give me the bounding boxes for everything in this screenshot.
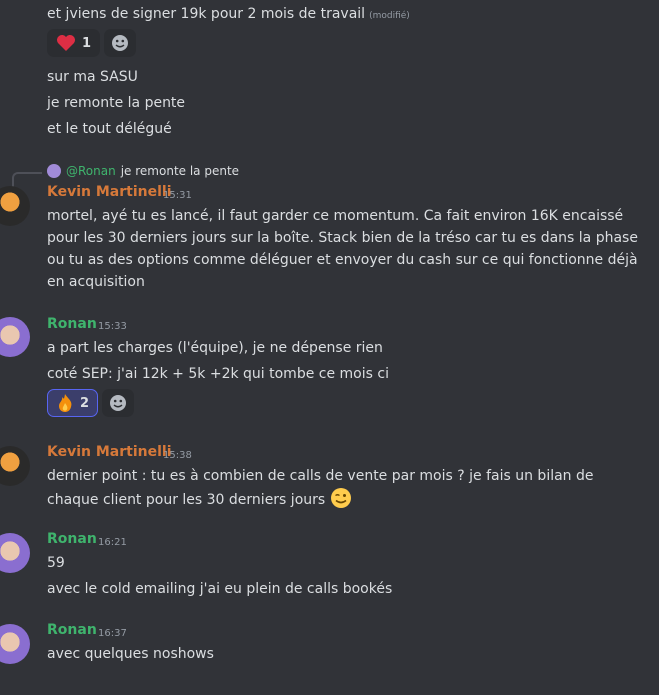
avatar-kevin[interactable] [0, 446, 30, 486]
message-text: et jviens de signer 19k pour 2 mois de t… [47, 6, 410, 22]
message-text: dernier point : tu es à combien de calls… [47, 468, 594, 508]
timestamp: 16:21 [98, 537, 127, 548]
timestamp: 16:37 [98, 628, 127, 639]
author-name[interactable]: Kevin Martinelli [47, 184, 172, 200]
avatar-ronan[interactable] [0, 317, 30, 357]
message-text: et le tout délégué [47, 121, 172, 137]
reaction-fire[interactable]: 2 [47, 389, 99, 417]
reactions-row: 1 [47, 29, 137, 57]
reaction-heart[interactable]: 1 [47, 29, 101, 57]
message-text: sur ma SASU [47, 69, 138, 85]
timestamp: 15:38 [163, 450, 192, 461]
avatar-ronan[interactable] [0, 533, 30, 573]
message-text: 59 [47, 555, 65, 571]
reply-preview[interactable]: @Ronan je remonte la pente [47, 164, 239, 178]
reactions-row: 2 [47, 389, 135, 417]
message-text: a part les charges (l'équipe), je ne dép… [47, 340, 383, 356]
author-name[interactable]: Ronan [47, 531, 97, 547]
author-name[interactable]: Kevin Martinelli [47, 444, 172, 460]
add-reaction-icon [112, 35, 129, 51]
add-reaction-button[interactable] [104, 29, 137, 57]
add-reaction-icon [110, 395, 127, 411]
message-text: je remonte la pente [47, 95, 186, 111]
avatar-ronan[interactable] [0, 624, 30, 664]
heart-emoji-icon [57, 35, 75, 51]
author-name[interactable]: Ronan [47, 316, 97, 332]
fire-emoji-icon [59, 394, 72, 412]
message-text: coté SEP: j'ai 12k + 5k +2k qui tombe ce… [47, 366, 389, 382]
message-text: avec le cold emailing j'ai eu plein de c… [47, 581, 393, 597]
avatar-kevin[interactable] [0, 186, 30, 226]
timestamp: 15:31 [163, 190, 192, 201]
timestamp: 15:33 [98, 321, 127, 332]
wink-emoji-icon [330, 488, 351, 508]
message-text: avec quelques noshows [47, 646, 214, 662]
author-name[interactable]: Ronan [47, 622, 97, 638]
reply-avatar [47, 164, 61, 178]
add-reaction-button[interactable] [102, 389, 135, 417]
message-text: mortel, ayé tu es lancé, il faut garder … [47, 208, 638, 290]
